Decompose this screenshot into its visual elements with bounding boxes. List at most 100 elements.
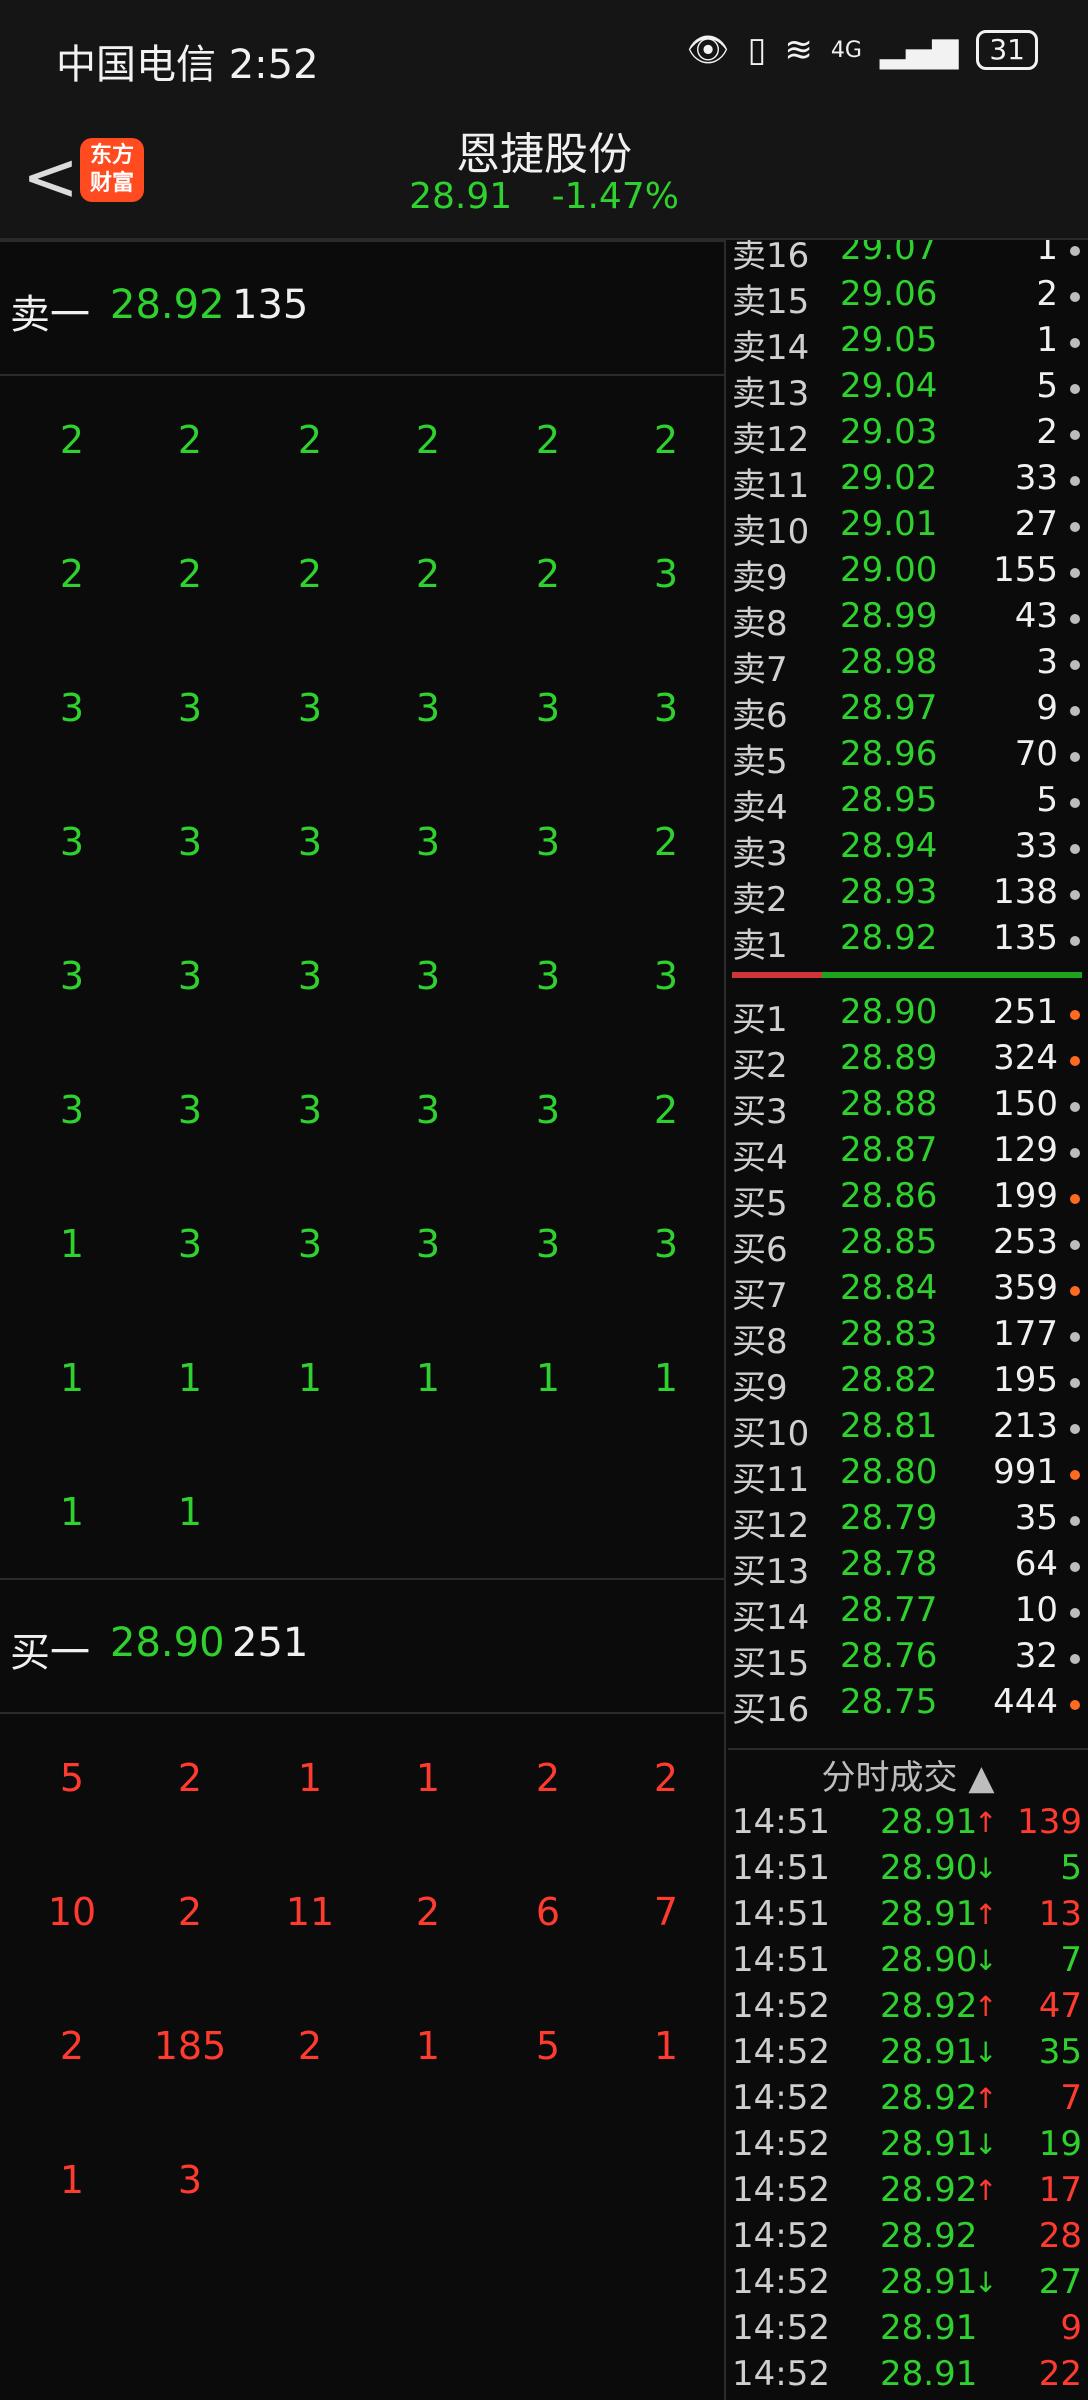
queue-cell: 2 [177, 418, 203, 462]
depth-row[interactable]: 卖10 29.01 27 [728, 504, 1088, 552]
depth-row[interactable]: 卖8 28.99 43 [728, 596, 1088, 644]
trade-row: 14:52 28.91 22 [728, 2354, 1088, 2400]
queue-cell: 6 [535, 1890, 561, 1934]
depth-price: 28.82 [840, 1360, 938, 1400]
depth-label: 卖5 [732, 742, 788, 782]
depth-row[interactable]: 买4 28.87 129 [728, 1130, 1088, 1178]
depth-label: 卖2 [732, 880, 788, 920]
trade-volume: 13 [1038, 1894, 1082, 1934]
trade-price: 28.90 [880, 1940, 978, 1980]
depth-row[interactable]: 买14 28.77 10 [728, 1590, 1088, 1638]
depth-row[interactable]: 卖14 29.05 1 [728, 320, 1088, 368]
carrier-time: 中国电信 2:52 [56, 42, 319, 88]
depth-price: 28.81 [840, 1406, 938, 1446]
depth-row[interactable]: 卖7 28.98 3 [728, 642, 1088, 690]
depth-row[interactable]: 买9 28.82 195 [728, 1360, 1088, 1408]
depth-row[interactable]: 买7 28.84 359 [728, 1268, 1088, 1316]
status-dot-icon [1070, 1424, 1080, 1434]
depth-row[interactable]: 买15 28.76 32 [728, 1636, 1088, 1684]
depth-row[interactable]: 买2 28.89 324 [728, 1038, 1088, 1086]
depth-qty: 359 [993, 1268, 1058, 1308]
depth-label: 买8 [732, 1322, 788, 1362]
depth-qty: 1 [1036, 320, 1058, 360]
queue-cell: 2 [535, 552, 561, 596]
queue-cell: 3 [177, 2158, 203, 2202]
trade-row: 14:52 28.91 ↓ 35 [728, 2032, 1088, 2078]
status-dot-icon [1070, 890, 1080, 900]
queue-cell: 11 [285, 1890, 335, 1934]
queue-cell: 2 [415, 1890, 441, 1934]
depth-price: 29.05 [840, 320, 938, 360]
depth-qty: 253 [993, 1222, 1058, 1262]
depth-row[interactable]: 卖11 29.02 33 [728, 458, 1088, 506]
status-dot-icon [1070, 476, 1080, 486]
depth-qty: 1 [1036, 240, 1058, 268]
depth-row[interactable]: 卖6 28.97 9 [728, 688, 1088, 736]
arrow-up-icon: ↑ [974, 2174, 998, 2207]
queue-cell: 3 [535, 954, 561, 998]
queue-cell: 1 [59, 1222, 85, 1266]
trade-row: 14:52 28.92 ↑ 47 [728, 1986, 1088, 2032]
trades-header[interactable]: 分时成交 ▲ [728, 1748, 1088, 1802]
queue-cell: 2 [415, 418, 441, 462]
queue-cell: 3 [297, 954, 323, 998]
depth-book[interactable]: 卖16 29.07 1 卖15 29.06 2 卖14 29.05 1 卖13 29.04 5 卖12 2… [728, 240, 1088, 1740]
depth-price: 29.02 [840, 458, 938, 498]
depth-price: 28.83 [840, 1314, 938, 1354]
queue-cell: 2 [59, 2024, 85, 2068]
depth-price: 28.89 [840, 1038, 938, 1078]
depth-row[interactable]: 卖12 29.03 2 [728, 412, 1088, 460]
trade-price: 28.91 [880, 2262, 978, 2302]
trade-row: 14:52 28.91 9 [728, 2308, 1088, 2354]
depth-row[interactable]: 买11 28.80 991 [728, 1452, 1088, 1500]
signal-icon: ▂▄▆ [879, 30, 959, 70]
depth-row[interactable]: 买1 28.90 251 [728, 992, 1088, 1040]
depth-row[interactable]: 买13 28.78 64 [728, 1544, 1088, 1592]
depth-row[interactable]: 买5 28.86 199 [728, 1176, 1088, 1224]
depth-row[interactable]: 买12 28.79 35 [728, 1498, 1088, 1546]
depth-row[interactable]: 卖16 29.07 1 [728, 240, 1088, 276]
depth-row[interactable]: 买8 28.83 177 [728, 1314, 1088, 1362]
trade-volume: 7 [1060, 1940, 1082, 1980]
status-dot-icon [1070, 1286, 1080, 1296]
queue-cell: 3 [297, 820, 323, 864]
depth-row[interactable]: 买16 28.75 444 [728, 1682, 1088, 1730]
depth-row[interactable]: 卖15 29.06 2 [728, 274, 1088, 322]
queue-cell: 3 [653, 954, 679, 998]
depth-row[interactable]: 买6 28.85 253 [728, 1222, 1088, 1270]
queue-cell: 3 [653, 552, 679, 596]
depth-label: 买14 [732, 1598, 810, 1638]
depth-row[interactable]: 卖4 28.95 5 [728, 780, 1088, 828]
depth-row[interactable]: 卖5 28.96 70 [728, 734, 1088, 782]
queue-cell: 2 [415, 552, 441, 596]
queue-cell: 1 [177, 1356, 203, 1400]
depth-row[interactable]: 卖13 29.04 5 [728, 366, 1088, 414]
depth-qty: 3 [1036, 642, 1058, 682]
trade-row: 14:51 28.90 ↓ 5 [728, 1848, 1088, 1894]
status-dot-icon [1070, 752, 1080, 762]
queue-cell: 1 [535, 1356, 561, 1400]
depth-qty: 129 [993, 1130, 1058, 1170]
depth-price: 28.96 [840, 734, 938, 774]
order-queue-panel: 卖一 28.92 135 222222222223333333333332333… [0, 240, 724, 2250]
status-icons: 👁 ▯ ≋ 4G ▂▄▆ 31 [686, 30, 1038, 70]
bid-queue-header: 买一 28.90 251 [0, 1578, 724, 1714]
status-dot-icon [1070, 1194, 1080, 1204]
status-dot-icon [1070, 1102, 1080, 1112]
depth-row[interactable]: 买10 28.81 213 [728, 1406, 1088, 1454]
depth-row[interactable]: 卖1 28.92 135 [728, 918, 1088, 966]
queue-cell: 3 [177, 820, 203, 864]
depth-price: 28.84 [840, 1268, 938, 1308]
arrow-up-icon: ↑ [974, 1898, 998, 1931]
depth-qty: 324 [993, 1038, 1058, 1078]
depth-price: 28.77 [840, 1590, 938, 1630]
depth-row[interactable]: 卖2 28.93 138 [728, 872, 1088, 920]
depth-row[interactable]: 卖3 28.94 33 [728, 826, 1088, 874]
trade-row: 14:51 28.91 ↑ 139 [728, 1802, 1088, 1848]
queue-cell: 1 [653, 1356, 679, 1400]
depth-row[interactable]: 买3 28.88 150 [728, 1084, 1088, 1132]
depth-row[interactable]: 卖9 29.00 155 [728, 550, 1088, 598]
queue-cell: 3 [415, 954, 441, 998]
depth-price: 29.06 [840, 274, 938, 314]
depth-label: 买13 [732, 1552, 810, 1592]
